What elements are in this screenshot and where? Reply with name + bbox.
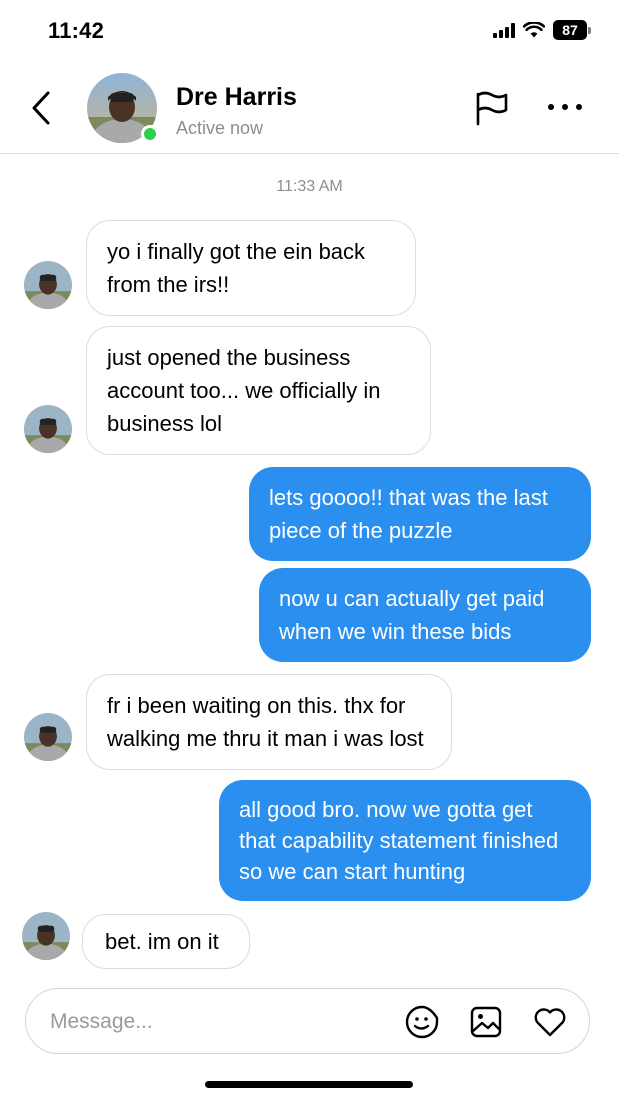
sticker-smile-icon <box>405 1005 439 1039</box>
status-time: 11:42 <box>48 18 105 43</box>
message-line: piece of the puzzle <box>269 518 453 543</box>
chevron-left-icon <box>32 91 50 125</box>
report-flag-button[interactable] <box>474 90 510 126</box>
sticker-button[interactable] <box>404 1004 440 1040</box>
message-line: from the irs!! <box>107 272 230 297</box>
message-line: so we can start hunting <box>239 859 466 884</box>
heart-icon <box>534 1008 566 1037</box>
sender-avatar[interactable] <box>24 261 72 309</box>
status-icons: 87 <box>493 20 591 40</box>
message-line: walking me thru it man i was lost <box>107 726 424 751</box>
message-bubble-outgoing[interactable]: now u can actually get paid when we win … <box>259 568 591 662</box>
online-status-indicator <box>141 125 159 143</box>
sender-avatar[interactable] <box>22 912 70 960</box>
flag-icon <box>476 91 508 126</box>
message-line: when we win these bids <box>279 619 512 644</box>
message-line: lets goooo!! that was the last <box>269 485 548 510</box>
gallery-button[interactable] <box>468 1004 504 1040</box>
sender-avatar[interactable] <box>24 405 72 453</box>
message-line: fr i been waiting on this. thx for <box>107 693 406 718</box>
message-input[interactable] <box>50 1007 380 1037</box>
message-bubble-incoming[interactable]: bet. im on it <box>82 914 250 969</box>
battery-icon: 87 <box>553 20 591 40</box>
wifi-icon <box>523 22 545 38</box>
battery-level: 87 <box>553 20 587 40</box>
message-timestamp: 11:33 AM <box>276 178 343 195</box>
message-line: that capability statement finished <box>239 828 559 853</box>
message-line: bet. im on it <box>105 929 219 954</box>
status-bar: 11:42 87 <box>0 0 619 62</box>
message-bubble-incoming[interactable]: just opened the business account too... … <box>86 326 431 455</box>
contact-name[interactable]: Dre Harris <box>176 83 297 112</box>
more-dots-icon <box>548 104 554 110</box>
chat-header: Dre Harris Active now <box>0 62 619 154</box>
home-indicator[interactable] <box>205 1081 413 1088</box>
message-line: account too... we officially in <box>107 378 381 403</box>
more-options-button[interactable] <box>548 96 582 118</box>
message-bubble-incoming[interactable]: yo i finally got the ein back from the i… <box>86 220 416 316</box>
message-line: business lol <box>107 411 222 436</box>
message-bubble-outgoing[interactable]: lets goooo!! that was the last piece of … <box>249 467 591 561</box>
sender-avatar[interactable] <box>24 713 72 761</box>
back-button[interactable] <box>26 90 56 126</box>
message-bubble-outgoing[interactable]: all good bro. now we gotta get that capa… <box>219 780 591 901</box>
cellular-signal-icon <box>493 22 515 38</box>
image-icon <box>470 1006 502 1038</box>
like-button[interactable] <box>532 1004 568 1040</box>
message-line: just opened the business <box>107 345 351 370</box>
message-line: yo i finally got the ein back <box>107 239 366 264</box>
contact-activity-status: Active now <box>176 118 264 138</box>
message-composer <box>25 988 590 1054</box>
message-line: all good bro. now we gotta get <box>239 797 533 822</box>
message-bubble-incoming[interactable]: fr i been waiting on this. thx for walki… <box>86 674 452 770</box>
contact-avatar[interactable] <box>87 73 159 143</box>
message-line: now u can actually get paid <box>279 586 545 611</box>
